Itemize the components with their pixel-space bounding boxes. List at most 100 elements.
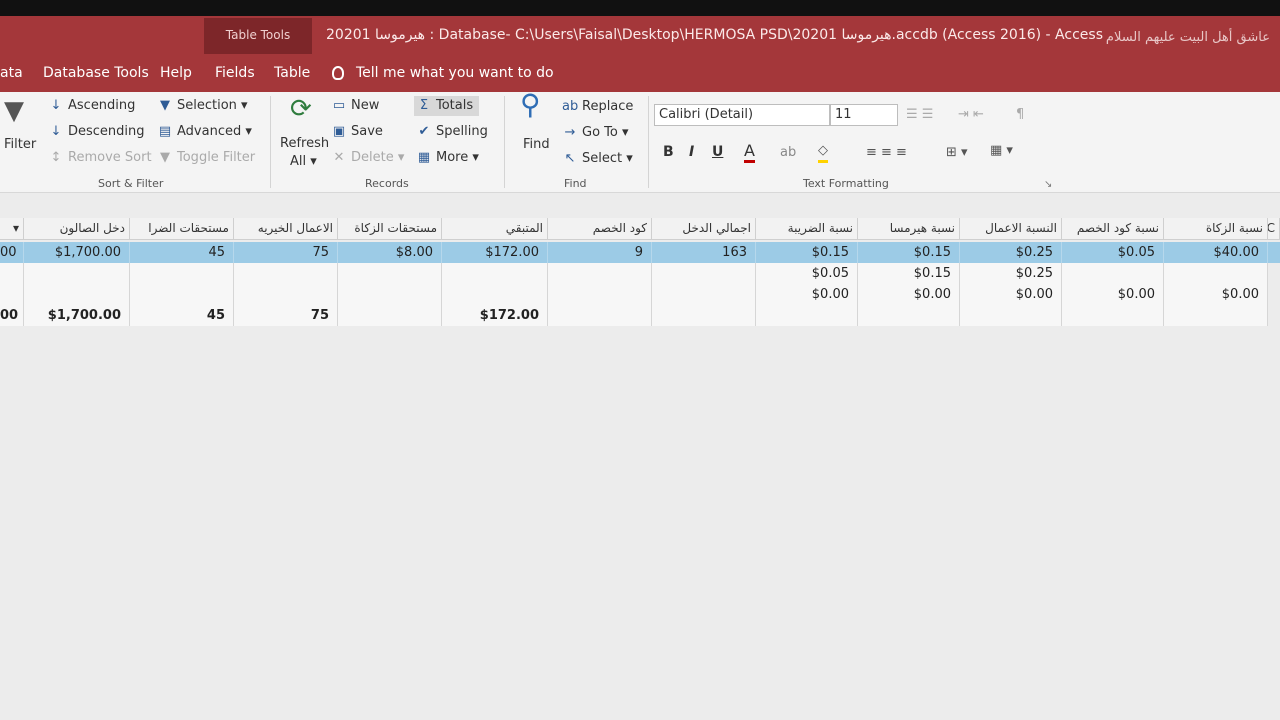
italic-button[interactable]: I — [689, 144, 694, 160]
totals-cell[interactable] — [548, 305, 652, 326]
descending-button[interactable]: ↓ Descending — [48, 123, 145, 141]
tab-table[interactable]: Table — [274, 60, 310, 86]
refresh-all-button[interactable]: Refresh — [280, 135, 329, 153]
table-cell[interactable]: $0.05 — [756, 263, 858, 284]
totals-cell[interactable] — [756, 305, 858, 326]
table-cell[interactable] — [652, 263, 756, 284]
table-cell[interactable]: 00 — [0, 242, 24, 263]
column-dropdown-icon[interactable]: ▾ — [0, 218, 24, 239]
column-header[interactable]: نسبة هيرمسا — [858, 218, 960, 239]
totals-cell[interactable] — [1164, 305, 1268, 326]
table-cell[interactable] — [442, 263, 548, 284]
tab-external-data[interactable]: ata — [0, 60, 23, 86]
gridlines-icon[interactable]: ⊞ ▾ — [946, 144, 968, 162]
spelling-button[interactable]: ✔ Spelling — [416, 123, 488, 141]
toggle-filter-button[interactable]: ▼ Toggle Filter — [157, 149, 255, 167]
go-to-button[interactable]: → Go To ▾ — [562, 124, 629, 142]
fill-color-icon[interactable]: ◇ — [818, 142, 828, 163]
table-cell[interactable]: $0.00 — [858, 284, 960, 305]
column-header-partial[interactable]: C — [1268, 218, 1280, 239]
table-cell[interactable]: 163 — [652, 242, 756, 263]
totals-cell[interactable] — [1062, 305, 1164, 326]
table-cell[interactable]: $172.00 — [442, 242, 548, 263]
table-cell[interactable] — [1062, 263, 1164, 284]
table-cell[interactable] — [548, 263, 652, 284]
remove-sort-button[interactable]: ↕ Remove Sort — [48, 149, 152, 167]
totals-cell[interactable]: $1,700.00 — [24, 305, 130, 326]
table-cell[interactable] — [652, 284, 756, 305]
column-header[interactable]: اجمالي الدخل — [652, 218, 756, 239]
totals-cell[interactable] — [338, 305, 442, 326]
table-cell[interactable]: 9 — [548, 242, 652, 263]
table-row[interactable]: 00 $1,700.00 45 75 $8.00 $172.00 9 163 $… — [0, 242, 1280, 263]
alternate-row-color-icon[interactable]: ▦ ▾ — [990, 142, 1013, 160]
table-cell[interactable]: 45 — [130, 242, 234, 263]
delete-record-button[interactable]: ✕ Delete ▾ — [331, 149, 405, 167]
more-button[interactable]: ▦ More ▾ — [416, 149, 479, 167]
totals-cell[interactable] — [960, 305, 1062, 326]
column-header[interactable]: المتبقي — [442, 218, 548, 239]
table-cell[interactable] — [548, 284, 652, 305]
column-header[interactable]: نسبة الزكاة — [1164, 218, 1268, 239]
tab-database-tools[interactable]: Database Tools — [43, 60, 149, 86]
table-cell[interactable]: $0.15 — [756, 242, 858, 263]
highlight-icon[interactable]: ab — [780, 144, 796, 162]
indent-icon[interactable]: ⇥ ⇤ — [958, 106, 984, 124]
table-cell[interactable] — [338, 263, 442, 284]
column-header[interactable]: مستحقات الضرا — [130, 218, 234, 239]
advanced-button[interactable]: ▤ Advanced ▾ — [157, 123, 252, 141]
table-cell[interactable]: $0.15 — [858, 242, 960, 263]
dialog-launcher-icon[interactable]: ↘ — [1044, 176, 1052, 194]
underline-button[interactable]: U — [712, 144, 723, 160]
find-button[interactable]: Find — [523, 136, 550, 154]
totals-button[interactable]: Σ Totals — [414, 96, 480, 116]
column-header[interactable]: نسبة الضريبة — [756, 218, 858, 239]
table-cell[interactable]: $0.00 — [960, 284, 1062, 305]
filter-button[interactable]: Filter — [4, 136, 36, 154]
align-icons[interactable]: ≡ ≡ ≡ — [866, 144, 907, 162]
column-header[interactable]: كود الخصم — [548, 218, 652, 239]
table-cell[interactable] — [130, 263, 234, 284]
tab-help[interactable]: Help — [160, 60, 192, 86]
save-record-button[interactable]: ▣ Save — [331, 123, 383, 141]
table-cell[interactable] — [24, 284, 130, 305]
totals-cell[interactable]: 00 — [0, 305, 24, 326]
table-cell[interactable]: $0.00 — [1062, 284, 1164, 305]
totals-cell[interactable]: 45 — [130, 305, 234, 326]
table-cell[interactable] — [442, 284, 548, 305]
table-cell[interactable]: $0.00 — [756, 284, 858, 305]
table-cell[interactable] — [0, 284, 24, 305]
table-cell[interactable] — [338, 284, 442, 305]
font-name-select[interactable]: Calibri (Detail) — [654, 104, 830, 126]
ascending-button[interactable]: ↓ Ascending — [48, 97, 136, 115]
select-button[interactable]: ↖ Select ▾ — [562, 150, 633, 168]
table-cell[interactable] — [1164, 263, 1268, 284]
table-cell[interactable]: $0.25 — [960, 263, 1062, 284]
table-row[interactable]: $0.05 $0.15 $0.25 — [0, 263, 1280, 284]
table-cell[interactable]: $8.00 — [338, 242, 442, 263]
tab-fields[interactable]: Fields — [215, 60, 255, 86]
tell-me-box[interactable]: Tell me what you want to do — [332, 60, 554, 86]
table-cell[interactable]: $40.00 — [1164, 242, 1268, 263]
bold-button[interactable]: B — [663, 144, 674, 160]
selection-button[interactable]: ▼ Selection ▾ — [157, 97, 248, 115]
table-row[interactable]: $0.00 $0.00 $0.00 $0.00 $0.00 — [0, 284, 1280, 305]
column-header[interactable]: مستحقات الزكاة — [338, 218, 442, 239]
table-cell[interactable]: 75 — [234, 242, 338, 263]
column-header[interactable]: دخل الصالون — [24, 218, 130, 239]
font-size-select[interactable]: 11 — [830, 104, 898, 126]
table-cell[interactable]: $0.15 — [858, 263, 960, 284]
totals-cell[interactable]: $172.00 — [442, 305, 548, 326]
font-color-icon[interactable]: A — [744, 142, 755, 163]
column-header[interactable]: نسبة كود الخصم — [1062, 218, 1164, 239]
bullet-list-icon[interactable]: ☰ ☰ — [906, 106, 933, 124]
totals-cell[interactable] — [652, 305, 756, 326]
table-cell[interactable] — [234, 284, 338, 305]
table-cell[interactable]: $0.00 — [1164, 284, 1268, 305]
table-cell[interactable] — [234, 263, 338, 284]
column-header[interactable]: الاعمال الخيريه — [234, 218, 338, 239]
table-cell[interactable] — [0, 263, 24, 284]
paragraph-direction-icon[interactable]: ¶ — [1016, 106, 1024, 124]
table-cell[interactable]: $0.05 — [1062, 242, 1164, 263]
new-record-button[interactable]: ▭ New — [331, 97, 380, 115]
